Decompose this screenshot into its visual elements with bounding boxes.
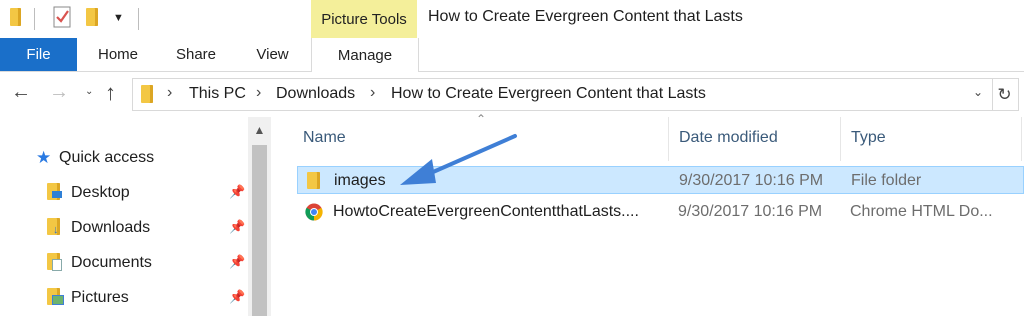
back-arrow-icon[interactable]: ← <box>11 81 31 104</box>
nav-item-downloads[interactable]: Downloads <box>71 219 150 237</box>
tab-file[interactable]: File <box>0 38 77 71</box>
refresh-button[interactable]: ↻ <box>991 78 1019 111</box>
navigation-pane: ★ Quick access Desktop 📌 ↓ Downloads 📌 D… <box>0 117 271 316</box>
pin-icon[interactable]: 📌 <box>229 289 245 305</box>
scroll-up-icon[interactable]: ▲ <box>248 117 271 143</box>
address-bar[interactable]: › This PC › Downloads › How to Create Ev… <box>132 78 993 111</box>
navigation-pane-scrollbar[interactable]: ▲ <box>248 117 271 316</box>
scrollbar-thumb[interactable] <box>252 145 267 316</box>
up-arrow-icon[interactable]: ↑ <box>105 80 116 106</box>
tab-share[interactable]: Share <box>158 38 234 71</box>
nav-item-pictures[interactable]: Pictures <box>71 289 129 307</box>
forward-arrow-icon[interactable]: → <box>49 81 69 104</box>
file-list: ⌃ Name Date modified Type images 9/30/20… <box>272 112 1024 316</box>
pin-icon[interactable]: 📌 <box>229 254 245 270</box>
annotation-arrow <box>400 134 517 185</box>
recent-locations-chevron-icon[interactable]: ⌄ <box>85 86 93 97</box>
breadcrumb-this-pc[interactable]: This PC <box>189 85 246 103</box>
chevron-right-icon[interactable]: › <box>370 84 375 102</box>
pin-icon[interactable]: 📌 <box>229 184 245 200</box>
chevron-down-icon[interactable]: ⌄ <box>973 85 983 99</box>
tab-manage[interactable]: Manage <box>311 38 419 72</box>
navigation-bar: ← → ⌄ ↑ › This PC › Downloads › How to C… <box>0 72 1024 116</box>
breadcrumb-downloads[interactable]: Downloads <box>276 85 355 103</box>
separator <box>34 8 35 30</box>
refresh-icon: ↻ <box>997 84 1012 104</box>
title-bar: ▼ Picture Tools How to Create Evergreen … <box>0 0 1024 38</box>
breadcrumb-current-folder[interactable]: How to Create Evergreen Content that Las… <box>391 85 706 103</box>
tab-home[interactable]: Home <box>80 38 156 71</box>
star-icon: ★ <box>36 148 52 167</box>
window-title: How to Create Evergreen Content that Las… <box>428 8 743 25</box>
tab-view[interactable]: View <box>236 38 309 71</box>
ribbon-tabs: File Home Share View Manage <box>0 38 1024 72</box>
chevron-right-icon[interactable]: › <box>256 84 261 102</box>
pin-icon[interactable]: 📌 <box>229 219 245 235</box>
picture-tools-context-tab: Picture Tools <box>311 0 417 38</box>
nav-item-desktop[interactable]: Desktop <box>71 184 130 202</box>
separator <box>138 8 139 30</box>
nav-quick-access[interactable]: Quick access <box>59 149 154 167</box>
chevron-right-icon[interactable]: › <box>167 84 172 102</box>
nav-item-documents[interactable]: Documents <box>71 254 152 272</box>
chevron-down-icon[interactable]: ▼ <box>113 12 124 24</box>
properties-icon[interactable] <box>53 6 71 33</box>
